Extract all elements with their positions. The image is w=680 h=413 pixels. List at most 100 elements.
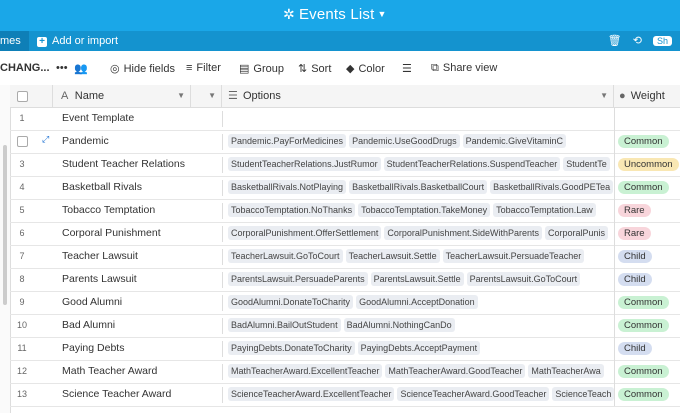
cell-options[interactable]: Pandemic.PayForMedicines Pandemic.UseGood…: [222, 134, 618, 150]
cell-options[interactable]: CorporalPunishment.OfferSettlement Corpor…: [222, 226, 618, 242]
row-number: 9: [19, 297, 25, 307]
single-select-icon: ●: [619, 90, 626, 102]
trash-icon[interactable]: 🗑: [608, 35, 622, 47]
sort-label: Sort: [311, 63, 332, 75]
cell-weight[interactable]: Common: [614, 383, 680, 406]
cell-options[interactable]: TobaccoTemptation.NoThanks TobaccoTemptat…: [222, 203, 618, 219]
base-title[interactable]: ✲ Events List ▼: [283, 6, 387, 23]
select-all-checkbox[interactable]: [17, 91, 28, 102]
add-or-import-button[interactable]: + Add or import: [37, 31, 118, 51]
hide-fields-button[interactable]: ◎ Hide fields: [110, 62, 175, 75]
table-row[interactable]: 5Tobacco Temptationalon...TobaccoTemptat…: [10, 199, 680, 223]
table-row[interactable]: 1 Event Template: [10, 107, 680, 131]
cell-weight[interactable]: Common: [614, 176, 680, 199]
cell-name[interactable]: Good Alumni: [62, 291, 190, 314]
table-row[interactable]: 13 Science Teacher Award ScienceTeacherAwa…: [10, 383, 680, 407]
header-weight-label: Weight: [630, 90, 665, 102]
filter-button[interactable]: ≡ Filter: [186, 62, 221, 74]
cell-weight[interactable]: Uncommon: [614, 153, 680, 176]
cell-weight[interactable]: Rare: [614, 222, 680, 245]
weight-badge: Uncommon: [618, 158, 679, 171]
cell-options[interactable]: TeacherLawsuit.GoToCourt TeacherLawsuit.S…: [222, 249, 618, 265]
cell-name[interactable]: Corporal Punishment: [62, 222, 190, 245]
cell-name[interactable]: Bad Alumni: [62, 314, 190, 337]
cell-weight[interactable]: Common: [614, 291, 680, 314]
table-row[interactable]: 10 Bad Alumni BadAlumni.BailOutStudent BadA…: [10, 314, 680, 338]
cell-options[interactable]: GoodAlumni.DonateToCharity GoodAlumni.Acc…: [222, 295, 618, 311]
cell-weight[interactable]: Child: [614, 268, 680, 291]
share-button[interactable]: Sh: [652, 36, 672, 46]
collaborators-icon[interactable]: 👥: [74, 62, 88, 75]
group-button[interactable]: ▤ Group: [239, 62, 284, 75]
cell-name[interactable]: Science Teacher Award: [62, 383, 190, 406]
row-checkbox[interactable]: [17, 136, 28, 147]
cell-weight[interactable]: Child: [614, 337, 680, 360]
table-tab-bar: mes + Add or import 🗑 ⟲ Sh: [0, 31, 680, 51]
cell-name[interactable]: Pandemic: [62, 130, 190, 153]
weight-badge: Common: [618, 319, 669, 332]
table-row[interactable]: 8 Parents Lawsuit ParentsLawsuit.PersuadeP…: [10, 268, 680, 292]
tab-current[interactable]: mes: [0, 31, 29, 51]
option-chip: BasketballRivals.BasketballCourt: [349, 180, 488, 194]
cell-weight[interactable]: [614, 107, 680, 130]
share-view-button[interactable]: ⧉ Share view: [431, 62, 497, 75]
table-row[interactable]: 12 Math Teacher Award MathTeacherAward.Exc…: [10, 360, 680, 384]
cell-options[interactable]: [222, 111, 618, 127]
tab-bar-actions: 🗑 ⟲ Sh: [608, 31, 680, 51]
cell-options[interactable]: StudentTeacherRelations.JustRumor Student…: [222, 157, 618, 173]
table-row[interactable]: 11 Paying Debts PayingDebts.DonateToCharit…: [10, 337, 680, 361]
row-number: 4: [19, 182, 25, 192]
option-chip: ScienceTeach: [552, 387, 615, 401]
history-icon[interactable]: ⟲: [633, 35, 642, 47]
option-chip: ParentsLawsuit.PersuadeParents: [228, 272, 368, 286]
cell-name[interactable]: Parents Lawsuit: [62, 268, 190, 291]
table-row[interactable]: 3 Student Teacher Relations StudentTeacher…: [10, 153, 680, 177]
cell-name[interactable]: Event Template: [62, 107, 190, 130]
row-number: 1: [19, 113, 25, 123]
cell-options[interactable]: ScienceTeacherAward.ExcellentTeacher Scie…: [222, 387, 618, 403]
cell-weight[interactable]: Common: [614, 360, 680, 383]
row-height-icon[interactable]: ☰: [402, 62, 412, 75]
chevron-down-icon[interactable]: ▼: [208, 85, 216, 107]
table-row[interactable]: 6Corporal Punishmenteach...CorporalPunis…: [10, 222, 680, 246]
header-name[interactable]: A Name ▼: [53, 85, 191, 107]
view-name[interactable]: CHANG...: [0, 62, 50, 74]
header-description[interactable]: ▼: [191, 85, 222, 107]
more-options-icon[interactable]: •••: [56, 62, 68, 74]
cell-name[interactable]: Tobacco Temptation: [62, 199, 190, 222]
color-button[interactable]: ◆ Color: [346, 62, 385, 75]
chevron-down-icon[interactable]: ▼: [177, 85, 185, 107]
table-row[interactable]: 9 Good Alumni GoodAlumni.DonateToCharity Go…: [10, 291, 680, 315]
expand-record-icon[interactable]: ⤢: [42, 134, 49, 145]
weight-badge: Rare: [618, 204, 651, 217]
cell-name[interactable]: Paying Debts: [62, 337, 190, 360]
table-row[interactable]: 4Basketball Rivalsm the...BasketballRiva…: [10, 176, 680, 200]
cell-weight[interactable]: Child: [614, 245, 680, 268]
header-select-cell: [10, 85, 53, 107]
header-weight[interactable]: ● Weight: [614, 85, 680, 107]
cell-name[interactable]: Math Teacher Award: [62, 360, 190, 383]
top-bar: ✲ Events List ▼: [0, 0, 680, 31]
cell-name[interactable]: Student Teacher Relations: [62, 153, 190, 176]
table-row[interactable]: 7 Teacher Lawsuit TeacherLawsuit.GoToCourt…: [10, 245, 680, 269]
table-row[interactable]: ⤢Pandemicquick!Pandemic.PayForMedicinesP…: [10, 130, 680, 154]
cell-options[interactable]: MathTeacherAward.ExcellentTeacher MathTea…: [222, 364, 618, 380]
cell-name[interactable]: Teacher Lawsuit: [62, 245, 190, 268]
option-chip: GoodAlumni.AcceptDonation: [356, 295, 478, 309]
cell-name[interactable]: Basketball Rivals: [62, 176, 190, 199]
cell-options[interactable]: ParentsLawsuit.PersuadeParents ParentsLaw…: [222, 272, 618, 288]
weight-badge: Common: [618, 181, 669, 194]
cell-weight[interactable]: Common: [614, 314, 680, 337]
sort-button[interactable]: ⇅ Sort: [298, 62, 331, 75]
cell-weight[interactable]: Rare: [614, 199, 680, 222]
header-options[interactable]: ☰ Options ▼: [222, 85, 614, 107]
cell-options[interactable]: BasketballRivals.NotPlaying BasketballRiv…: [222, 180, 618, 196]
option-chip: ParentsLawsuit.GoToCourt: [466, 272, 581, 286]
cell-weight[interactable]: Common: [614, 130, 680, 153]
chevron-down-icon[interactable]: ▼: [600, 85, 608, 107]
cell-options[interactable]: BadAlumni.BailOutStudent BadAlumni.Nothin…: [222, 318, 618, 334]
option-chip: TeacherLawsuit.Settle: [345, 249, 440, 263]
vertical-scrollbar[interactable]: [3, 145, 7, 305]
cell-options[interactable]: PayingDebts.DonateToCharity PayingDebts.A…: [222, 341, 618, 357]
option-chip: ParentsLawsuit.Settle: [370, 272, 464, 286]
